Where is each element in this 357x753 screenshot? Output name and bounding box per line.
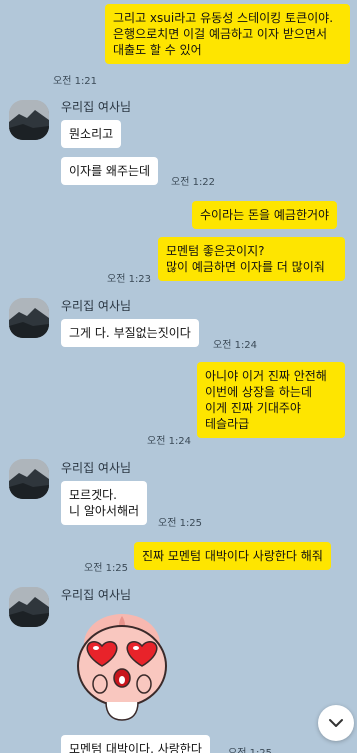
- sender-name: 우리집 여사님: [61, 299, 132, 313]
- sender-name: 우리집 여사님: [61, 461, 132, 475]
- message-bubble-mine[interactable]: 그리고 xsui라고 유동성 스테이킹 토큰이야. 은행으로치면 이걸 예금하고…: [105, 4, 350, 64]
- sender-name: 우리집 여사님: [61, 588, 132, 602]
- avatar-image: [9, 459, 49, 499]
- message-bubble-theirs[interactable]: 뭔소리고: [61, 120, 122, 148]
- message-bubble-mine[interactable]: 아니야 이거 진짜 안전해 이번에 상장을 하는데 이게 진짜 기대주야 테슬라…: [197, 362, 345, 438]
- peach-heart-eyes-sticker[interactable]: [72, 610, 172, 722]
- message-time: 오전 1:21: [53, 76, 98, 87]
- avatar[interactable]: [9, 100, 49, 140]
- avatar-image: [9, 100, 49, 140]
- sender-name: 우리집 여사님: [61, 100, 132, 114]
- message-time: 오전 1:22: [171, 177, 216, 188]
- message-time: 오전 1:25: [84, 563, 129, 574]
- avatar[interactable]: [9, 587, 49, 627]
- message-bubble-theirs[interactable]: 그게 다. 부질없는짓이다: [61, 319, 199, 347]
- message-time: 오전 1:24: [213, 340, 258, 351]
- message-bubble-theirs[interactable]: 모르겟다. 니 알아서해러: [61, 481, 148, 525]
- avatar[interactable]: [9, 298, 49, 338]
- message-time: 오전 1:25: [228, 744, 272, 753]
- message-bubble-theirs[interactable]: 모멘텀 대박이다. 사랑한다: [61, 735, 210, 753]
- scroll-to-bottom-button[interactable]: [318, 705, 354, 741]
- message-bubble-mine[interactable]: 진짜 모멘텀 대박이다 사랑한다 해줘: [134, 542, 331, 570]
- message-time: 오전 1:24: [147, 436, 192, 447]
- message-time: 오전 1:25: [158, 518, 203, 529]
- avatar-image: [9, 298, 49, 338]
- message-time: 오전 1:23: [107, 274, 152, 285]
- avatar-image: [9, 587, 49, 627]
- message-bubble-theirs[interactable]: 이자를 왜주는데: [61, 157, 159, 185]
- chevron-down-icon: [329, 719, 343, 727]
- message-bubble-mine[interactable]: 수이라는 돈을 예금한거야: [192, 201, 338, 229]
- message-bubble-mine[interactable]: 모멘텀 좋은곳이지? 많이 예금하면 이자를 더 많이줘: [158, 237, 345, 281]
- avatar[interactable]: [9, 459, 49, 499]
